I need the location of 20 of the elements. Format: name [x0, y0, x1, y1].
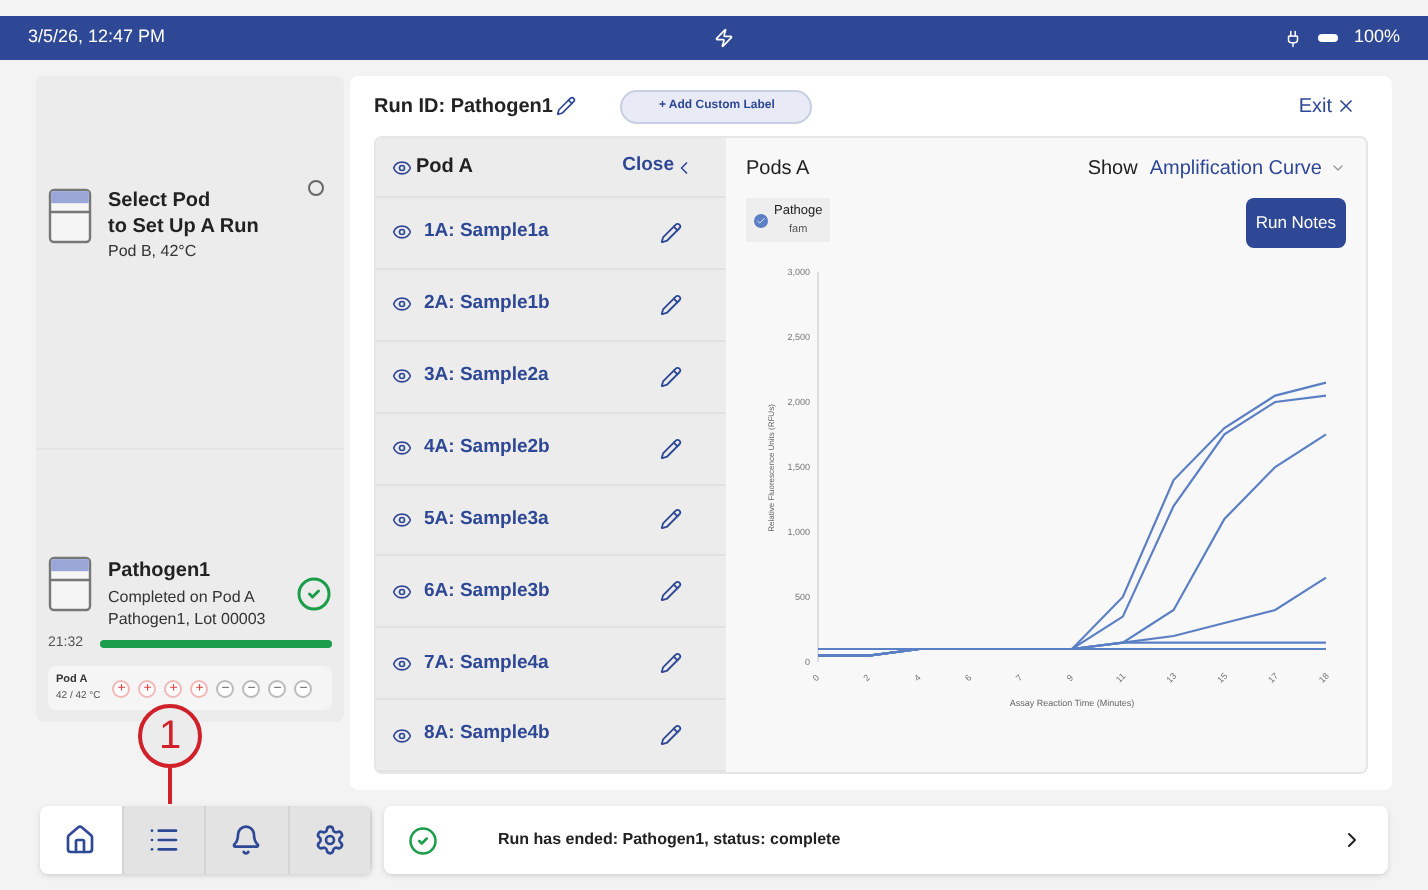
- sample-name: 3A: Sample2a: [424, 362, 549, 391]
- callout-badge: 1: [138, 704, 202, 768]
- run-id: Run ID: Pathogen1: [374, 93, 553, 121]
- run-detail: Pathogen1, Lot 00003: [108, 607, 268, 630]
- panel-title: Pod A: [416, 154, 474, 182]
- sample-name: 5A: Sample3a: [424, 505, 549, 534]
- sample-name: 7A: Sample4a: [424, 649, 549, 678]
- run-title: Pathogen1: [108, 557, 213, 586]
- pod-subtitle: Pod B, 42°C: [108, 240, 199, 264]
- sample-name: 1A: Sample1a: [424, 218, 549, 247]
- show-label: Show: [1087, 155, 1138, 183]
- sample-name: 2A: Sample1b: [424, 290, 550, 319]
- battery-level: 100%: [1353, 24, 1400, 51]
- sample-name: 6A: Sample3b: [424, 577, 550, 606]
- chart-title: Pods A: [746, 155, 810, 183]
- run-detail: Completed on Pod A: [108, 585, 257, 608]
- sample-name: 4A: Sample2b: [424, 433, 550, 462]
- message-text: Run has ended: Pathogen1, status: complete: [498, 828, 841, 852]
- sample-name: 8A: Sample4b: [424, 720, 550, 749]
- date-time: 3/5/26, 12:47 PM: [28, 24, 166, 51]
